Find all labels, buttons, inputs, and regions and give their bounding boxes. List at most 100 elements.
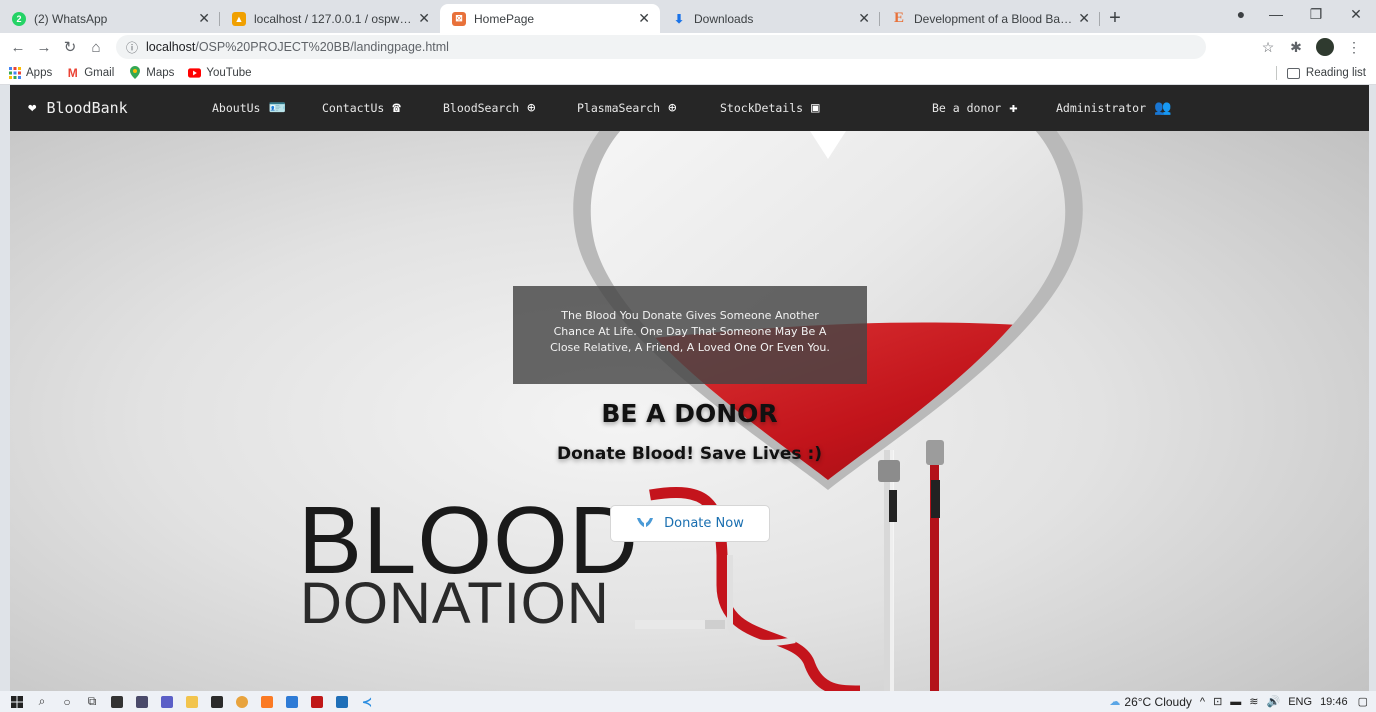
search-plus-icon: ⊕ xyxy=(527,100,536,116)
menu-kebab-icon[interactable]: ⋮ xyxy=(1340,39,1368,56)
bookmark-gmail[interactable]: M Gmail xyxy=(66,65,115,80)
tab-downloads[interactable]: ⬇ Downloads ✕ xyxy=(660,4,880,33)
brand-logo[interactable]: ❤ BloodBank xyxy=(28,99,128,117)
nav-be-a-donor[interactable]: Be a donor ✚ xyxy=(932,100,1018,116)
tab-title: (2) WhatsApp xyxy=(34,11,108,26)
bookmark-label: Maps xyxy=(146,66,175,79)
search-icon[interactable]: ⌕ xyxy=(31,691,53,712)
nav-label: BloodSearch xyxy=(443,101,520,115)
mcafee-icon[interactable] xyxy=(306,691,328,712)
cortana-icon[interactable]: ○ xyxy=(56,691,78,712)
phone-icon: ☎ xyxy=(392,100,401,116)
bookmark-maps[interactable]: Maps xyxy=(128,66,174,79)
bookmark-label: Gmail xyxy=(84,66,115,79)
nav-label: StockDetails xyxy=(720,101,804,115)
app-icon[interactable] xyxy=(281,691,303,712)
close-icon[interactable]: ✕ xyxy=(638,10,650,27)
quote-line: Chance At Life. One Day That Someone May… xyxy=(553,325,827,338)
close-icon[interactable]: ✕ xyxy=(198,10,210,27)
new-tab-button[interactable]: + xyxy=(1100,4,1130,33)
tab-phpmyadmin[interactable]: ▲ localhost / 127.0.0.1 / ospworks / ✕ xyxy=(220,4,440,33)
close-icon[interactable]: ✕ xyxy=(418,10,430,27)
phpmyadmin-icon: ▲ xyxy=(232,11,246,26)
tab-title: HomePage xyxy=(474,11,535,26)
tab-whatsapp[interactable]: 2 (2) WhatsApp ✕ xyxy=(0,4,220,33)
search-plus-icon: ⊕ xyxy=(668,100,677,116)
nav-label: Administrator xyxy=(1056,101,1147,115)
app-icon[interactable] xyxy=(131,691,153,712)
id-card-icon: 🪪 xyxy=(268,100,286,116)
weather-cloud-icon: ☁ xyxy=(1109,696,1121,708)
nav-stock-details[interactable]: StockDetails ▣ xyxy=(720,100,820,116)
close-icon[interactable]: ✕ xyxy=(858,10,870,27)
bookmark-star-icon[interactable]: ☆ xyxy=(1254,39,1282,56)
brand-name: BloodBank xyxy=(46,99,128,117)
maximize-button[interactable]: ❐ xyxy=(1296,6,1336,23)
hero-title: BE A DONOR xyxy=(601,399,778,428)
profile-avatar[interactable] xyxy=(1316,38,1334,56)
tab-title: Development of a Blood Bank Ma xyxy=(914,11,1073,26)
nav-administrator[interactable]: Administrator 👥 xyxy=(1056,100,1171,116)
heartbeat-icon: ❤ xyxy=(28,100,37,116)
battery-icon[interactable]: ▬ xyxy=(1230,696,1241,708)
reading-list[interactable]: Reading list xyxy=(1275,61,1366,85)
address-bar[interactable]: ⓘ localhost/OSP%20PROJECT%20BB/landingpa… xyxy=(116,35,1206,59)
weather-text[interactable]: 26°C Cloudy xyxy=(1124,695,1192,709)
tab-search-icon[interactable]: ● xyxy=(1226,6,1256,22)
wifi-icon[interactable]: ≋ xyxy=(1249,695,1258,708)
tab-development[interactable]: E Development of a Blood Bank Ma ✕ xyxy=(880,4,1100,33)
site-info-icon[interactable]: ⓘ xyxy=(126,39,138,56)
tab-separator xyxy=(1099,12,1100,26)
nav-blood-search[interactable]: BloodSearch ⊕ xyxy=(443,100,536,116)
teams-icon[interactable] xyxy=(156,691,178,712)
tab-homepage[interactable]: ⊠ HomePage ✕ xyxy=(440,4,660,33)
xampp-icon[interactable] xyxy=(256,691,278,712)
nav-plasma-search[interactable]: PlasmaSearch ⊕ xyxy=(577,100,677,116)
notifications-icon[interactable]: ▢ xyxy=(1358,695,1368,708)
gmail-icon: M xyxy=(67,65,78,80)
volume-icon[interactable]: 🔊 xyxy=(1267,695,1281,708)
home-icon[interactable]: ⌂ xyxy=(84,39,108,56)
windows-start-icon[interactable] xyxy=(6,691,28,712)
back-icon[interactable]: ← xyxy=(6,39,30,56)
tab-title: Downloads xyxy=(694,11,754,26)
terminal-icon[interactable] xyxy=(206,691,228,712)
site-navbar: ❤ BloodBank AboutUs 🪪 ContactUs ☎ BloodS… xyxy=(10,85,1369,131)
reload-icon[interactable]: ↻ xyxy=(58,38,82,56)
chevron-up-icon[interactable]: ^ xyxy=(1200,696,1205,708)
donate-now-label: Donate Now xyxy=(664,516,744,531)
hands-icon xyxy=(636,516,654,532)
reading-list-icon xyxy=(1286,67,1300,79)
chrome-icon[interactable] xyxy=(231,691,253,712)
language-indicator[interactable]: ENG xyxy=(1288,696,1312,708)
bookmark-apps[interactable]: Apps xyxy=(8,66,52,79)
store-icon[interactable] xyxy=(106,691,128,712)
page-favicon-icon: ⊠ xyxy=(452,11,466,26)
bookmark-youtube[interactable]: YouTube xyxy=(188,66,252,79)
extensions-puzzle-icon[interactable]: ✱ xyxy=(1282,39,1310,56)
minimize-button[interactable]: — xyxy=(1256,6,1296,22)
browser-toolbar: ← → ↻ ⌂ ⓘ localhost/OSP%20PROJECT%20BB/l… xyxy=(0,33,1376,61)
youtube-icon xyxy=(188,66,202,79)
network-icon[interactable]: ⊡ xyxy=(1213,695,1222,708)
hero-quote-box: The Blood You Donate Gives Someone Anoth… xyxy=(513,286,867,384)
file-explorer-icon[interactable] xyxy=(181,691,203,712)
outlook-icon[interactable] xyxy=(331,691,353,712)
donate-now-button[interactable]: Donate Now xyxy=(610,505,770,542)
maps-pin-icon xyxy=(128,66,141,79)
forward-icon[interactable]: → xyxy=(32,39,56,56)
divider xyxy=(1275,66,1277,80)
donor-icon: ✚ xyxy=(1009,100,1018,116)
download-icon: ⬇ xyxy=(673,11,685,26)
vscode-icon[interactable]: ≺ xyxy=(356,691,378,712)
whatsapp-icon: 2 xyxy=(12,11,26,26)
nav-about-us[interactable]: AboutUs 🪪 xyxy=(212,100,286,116)
task-view-icon[interactable]: ⧉ xyxy=(81,691,103,712)
quote-line: Close Relative, A Friend, A Loved One Or… xyxy=(550,341,830,354)
bookmark-label: Apps xyxy=(26,66,53,79)
close-window-button[interactable]: ✕ xyxy=(1336,6,1376,23)
close-icon[interactable]: ✕ xyxy=(1078,10,1090,27)
art-word-donation: DONATION xyxy=(300,571,610,636)
clock[interactable]: 19:46 xyxy=(1320,696,1348,708)
nav-contact-us[interactable]: ContactUs ☎ xyxy=(322,100,401,116)
